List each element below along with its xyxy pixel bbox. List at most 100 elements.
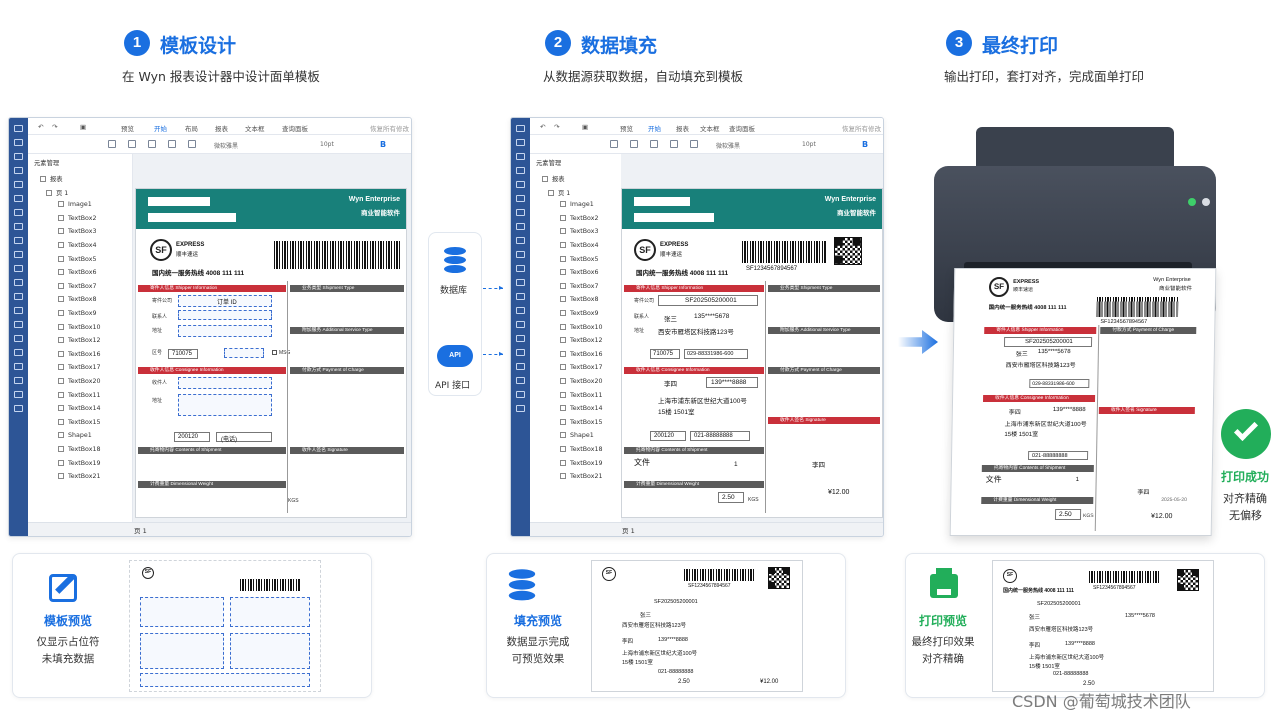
tree-item[interactable]: 报表 xyxy=(542,174,565,186)
cut-icon[interactable] xyxy=(108,140,116,148)
font-select[interactable]: 微软雅黑 xyxy=(214,141,238,150)
tool-icon[interactable] xyxy=(14,363,23,370)
tool-icon[interactable] xyxy=(14,349,23,356)
msg-checkbox[interactable] xyxy=(272,350,277,355)
copy-icon[interactable] xyxy=(128,140,136,148)
tree-item[interactable]: Shape1 xyxy=(58,432,92,444)
font-select[interactable]: 微软雅黑 xyxy=(716,141,740,150)
tool-icon[interactable] xyxy=(516,293,525,300)
tab-query-panel[interactable]: 查询面板 xyxy=(729,123,755,133)
tree-item[interactable]: TextBox3 xyxy=(58,228,96,240)
tree-item[interactable]: TextBox9 xyxy=(58,310,96,322)
tree-item[interactable]: TextBox15 xyxy=(560,418,602,431)
tree-item[interactable]: TextBox7 xyxy=(560,282,598,295)
undo-icon[interactable]: ↶ xyxy=(38,123,43,131)
cut-icon[interactable] xyxy=(610,140,618,148)
tool-icon[interactable] xyxy=(14,307,23,314)
tree-item[interactable]: TextBox7 xyxy=(58,282,96,295)
tree-item[interactable]: Shape1 xyxy=(560,432,594,444)
tree-item[interactable]: TextBox17 xyxy=(560,364,602,376)
tree-item[interactable]: TextBox11 xyxy=(58,391,100,404)
tree-item[interactable]: Image1 xyxy=(58,201,92,213)
tree-item[interactable]: TextBox17 xyxy=(58,364,100,376)
tool-icon[interactable] xyxy=(14,321,23,328)
tree-item[interactable]: TextBox3 xyxy=(560,228,598,240)
tree-item[interactable]: TextBox10 xyxy=(58,323,100,336)
tree-item[interactable]: TextBox19 xyxy=(58,459,100,472)
tool-icon[interactable] xyxy=(516,237,525,244)
tree-item[interactable]: TextBox4 xyxy=(560,242,598,254)
menu-icon[interactable] xyxy=(14,139,23,146)
tool-icon[interactable] xyxy=(14,153,23,160)
tree-item[interactable]: TextBox14 xyxy=(58,405,100,417)
delete-icon[interactable] xyxy=(188,140,196,148)
tree-item[interactable]: TextBox20 xyxy=(560,378,602,390)
save-icon[interactable]: ▣ xyxy=(582,123,588,131)
tree-item[interactable]: TextBox21 xyxy=(58,473,100,485)
tree-item[interactable]: TextBox8 xyxy=(560,296,598,308)
tool-icon[interactable] xyxy=(516,223,525,230)
format-icon[interactable] xyxy=(670,140,678,148)
tool-icon[interactable] xyxy=(14,391,23,398)
tool-icon[interactable] xyxy=(14,279,23,286)
tab-query-panel[interactable]: 查询面板 xyxy=(282,123,308,133)
tree-item[interactable]: TextBox12 xyxy=(58,337,100,349)
bold-button[interactable]: B xyxy=(380,140,386,149)
layers-icon[interactable] xyxy=(14,181,23,188)
tool-icon[interactable] xyxy=(516,391,525,398)
tree-item[interactable]: TextBox10 xyxy=(560,323,602,336)
tool-icon[interactable] xyxy=(516,209,525,216)
tree-item[interactable]: TextBox11 xyxy=(560,391,602,404)
tool-icon[interactable] xyxy=(516,251,525,258)
size-select[interactable]: 10pt xyxy=(320,141,334,148)
tree-item[interactable]: 页 1 xyxy=(548,188,570,200)
menu-icon[interactable] xyxy=(516,125,525,132)
tool-icon[interactable] xyxy=(14,265,23,272)
paste-icon[interactable] xyxy=(650,140,658,148)
bold-button[interactable]: B xyxy=(862,140,868,149)
tab-report[interactable]: 报表 xyxy=(215,123,228,133)
tool-icon[interactable] xyxy=(516,153,525,160)
tree-item[interactable]: TextBox16 xyxy=(58,350,100,363)
revert-link[interactable]: 恢复所有修改 xyxy=(370,123,409,133)
tool-icon[interactable] xyxy=(516,167,525,174)
tree-item[interactable]: 页 1 xyxy=(46,188,68,200)
tree-item[interactable]: TextBox6 xyxy=(560,269,598,281)
tree-item[interactable]: TextBox2 xyxy=(560,214,598,227)
tool-icon[interactable] xyxy=(14,377,23,384)
tool-icon[interactable] xyxy=(14,251,23,258)
redo-icon[interactable]: ↷ xyxy=(554,123,559,131)
tree-item[interactable]: TextBox15 xyxy=(58,418,100,431)
layers-icon[interactable] xyxy=(516,181,525,188)
tool-icon[interactable] xyxy=(14,405,23,412)
format-icon[interactable] xyxy=(168,140,176,148)
tool-icon[interactable] xyxy=(516,279,525,286)
tab-preview[interactable]: 预览 xyxy=(121,123,134,133)
tree-item[interactable]: TextBox6 xyxy=(58,269,96,281)
size-select[interactable]: 10pt xyxy=(802,141,816,148)
redo-icon[interactable]: ↷ xyxy=(52,123,57,131)
tree-item[interactable]: TextBox4 xyxy=(58,242,96,254)
tool-icon[interactable] xyxy=(516,265,525,272)
tool-icon[interactable] xyxy=(14,209,23,216)
save-icon[interactable]: ▣ xyxy=(80,123,86,131)
tree-item[interactable]: TextBox21 xyxy=(560,473,602,485)
tree-item[interactable]: TextBox9 xyxy=(560,310,598,322)
tool-icon[interactable] xyxy=(14,223,23,230)
tool-icon[interactable] xyxy=(14,293,23,300)
tool-icon[interactable] xyxy=(516,363,525,370)
tool-icon[interactable] xyxy=(516,335,525,342)
tree-item[interactable]: TextBox8 xyxy=(58,296,96,308)
tree-item[interactable]: TextBox2 xyxy=(58,214,96,227)
tree-item[interactable]: TextBox14 xyxy=(560,405,602,417)
tree-item[interactable]: Image1 xyxy=(560,201,594,213)
tool-icon[interactable] xyxy=(14,335,23,342)
tab-textbox[interactable]: 文本框 xyxy=(245,123,265,133)
undo-icon[interactable]: ↶ xyxy=(540,123,545,131)
tool-icon[interactable] xyxy=(516,405,525,412)
tab-report[interactable]: 报表 xyxy=(676,123,689,133)
tree-item[interactable]: TextBox19 xyxy=(560,459,602,472)
tool-icon[interactable] xyxy=(14,167,23,174)
delete-icon[interactable] xyxy=(690,140,698,148)
page-tab[interactable]: 页 1 xyxy=(622,525,635,535)
